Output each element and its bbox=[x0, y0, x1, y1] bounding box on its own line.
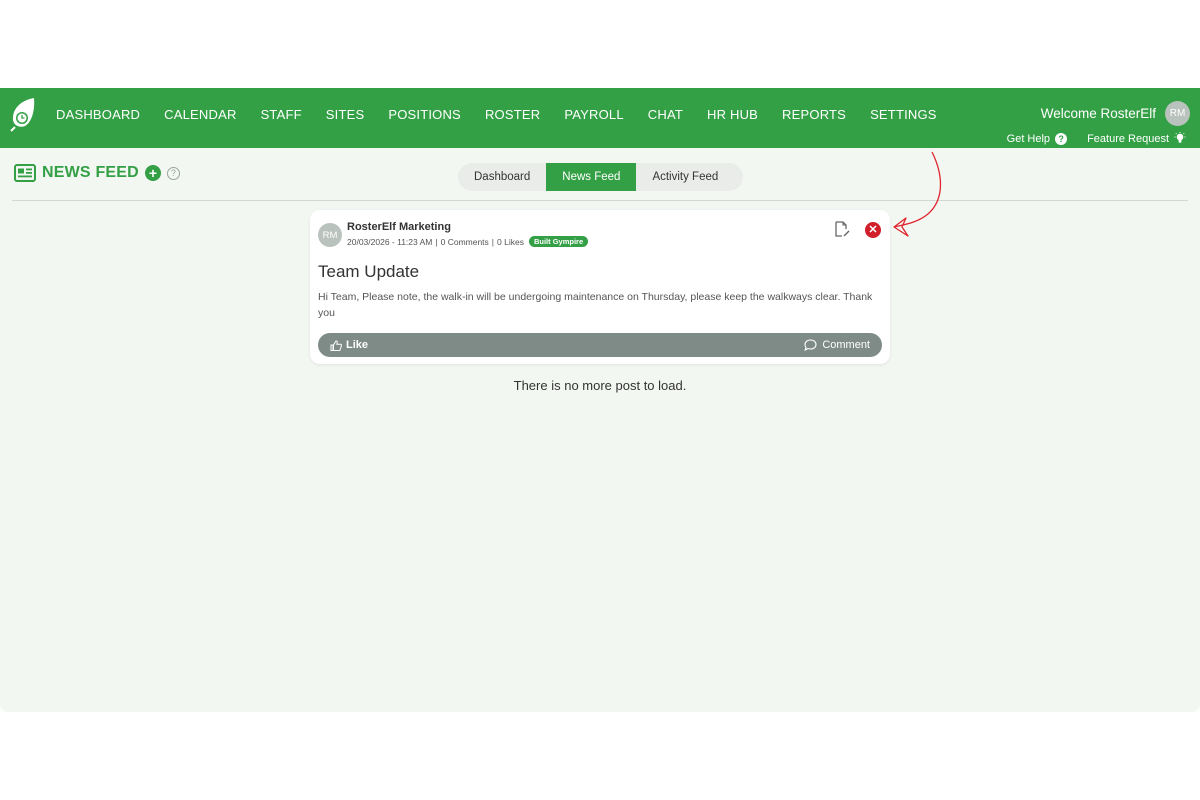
comment-button[interactable]: Comment bbox=[804, 333, 870, 357]
tab-news-feed[interactable]: News Feed bbox=[546, 163, 637, 191]
get-help-link[interactable]: Get Help ? bbox=[1006, 132, 1068, 145]
tab-activity-feed[interactable]: Activity Feed bbox=[636, 163, 734, 191]
question-circle-icon: ? bbox=[1055, 132, 1068, 145]
no-more-posts-message: There is no more post to load. bbox=[513, 378, 687, 393]
meta-separator: | bbox=[435, 236, 438, 247]
rosterelf-logo-icon[interactable] bbox=[8, 96, 38, 132]
thumbs-up-icon bbox=[330, 339, 342, 351]
nav-item-reports[interactable]: REPORTS bbox=[770, 104, 858, 126]
feature-request-label: Feature Request bbox=[1087, 132, 1169, 145]
comment-bubble-icon bbox=[804, 339, 817, 351]
post-body: Hi Team, Please note, the walk-in will b… bbox=[318, 291, 873, 319]
header-divider bbox=[12, 200, 1188, 201]
feature-request-link[interactable]: Feature Request bbox=[1087, 132, 1186, 145]
nav-item-calendar[interactable]: CALENDAR bbox=[152, 104, 248, 126]
nav-item-dashboard[interactable]: DASHBOARD bbox=[44, 104, 152, 126]
nav-item-positions[interactable]: POSITIONS bbox=[376, 104, 473, 126]
site-badge: Built Gympire bbox=[528, 236, 589, 247]
tab-dashboard[interactable]: Dashboard bbox=[458, 163, 546, 191]
info-icon[interactable]: ? bbox=[166, 166, 180, 180]
user-avatar[interactable]: RM bbox=[1165, 101, 1190, 126]
newspaper-icon bbox=[14, 164, 36, 182]
nav-item-chat[interactable]: CHAT bbox=[636, 104, 695, 126]
nav-item-payroll[interactable]: PAYROLL bbox=[552, 104, 635, 126]
delete-icon[interactable]: ✕ bbox=[865, 222, 881, 238]
post-card: RM RosterElf Marketing 20/03/2026 - 11:2… bbox=[310, 210, 890, 364]
like-button[interactable]: Like bbox=[330, 333, 368, 357]
post-author-avatar: RM bbox=[318, 223, 342, 247]
main-nav: DASHBOARD CALENDAR STAFF SITES POSITIONS ROST… bbox=[44, 104, 949, 126]
nav-item-staff[interactable]: STAFF bbox=[249, 104, 314, 126]
top-navbar: DASHBOARD CALENDAR STAFF SITES POSITIONS ROST… bbox=[0, 88, 1200, 148]
add-post-icon[interactable]: + bbox=[144, 165, 161, 181]
comment-label: Comment bbox=[822, 339, 870, 351]
post-comment-count: 0 Comments bbox=[440, 236, 489, 247]
post-action-bar: Like Comment bbox=[318, 333, 882, 357]
post-meta: 20/03/2026 - 11:23 AM | 0 Comments | 0 L… bbox=[347, 236, 589, 247]
nav-item-sites[interactable]: SITES bbox=[314, 104, 377, 126]
edit-icon[interactable] bbox=[834, 221, 850, 238]
like-label: Like bbox=[346, 339, 369, 351]
app-window: DASHBOARD CALENDAR STAFF SITES POSITIONS ROST… bbox=[0, 88, 1200, 712]
welcome-text: Welcome RosterElf bbox=[1040, 106, 1156, 121]
nav-item-settings[interactable]: SETTINGS bbox=[858, 104, 949, 126]
post-author: RosterElf Marketing bbox=[347, 221, 451, 233]
nav-item-roster[interactable]: ROSTER bbox=[473, 104, 552, 126]
meta-separator: | bbox=[491, 236, 495, 247]
post-datetime: 20/03/2026 - 11:23 AM bbox=[347, 236, 433, 247]
lightbulb-icon bbox=[1174, 132, 1186, 143]
get-help-label: Get Help bbox=[1006, 132, 1051, 145]
help-links: Get Help ? Feature Request bbox=[1007, 132, 1186, 145]
feed-tabs: Dashboard News Feed Activity Feed bbox=[458, 163, 743, 191]
main-content: NEWS FEED + ? Dashboard News Feed Activity… bbox=[0, 148, 1200, 712]
post-like-count: 0 Likes bbox=[497, 236, 524, 247]
nav-item-hr-hub[interactable]: HR HUB bbox=[695, 104, 770, 126]
page-header: NEWS FEED + ? bbox=[14, 164, 180, 182]
post-title: Team Update bbox=[318, 262, 420, 281]
page-title: NEWS FEED bbox=[42, 164, 139, 181]
